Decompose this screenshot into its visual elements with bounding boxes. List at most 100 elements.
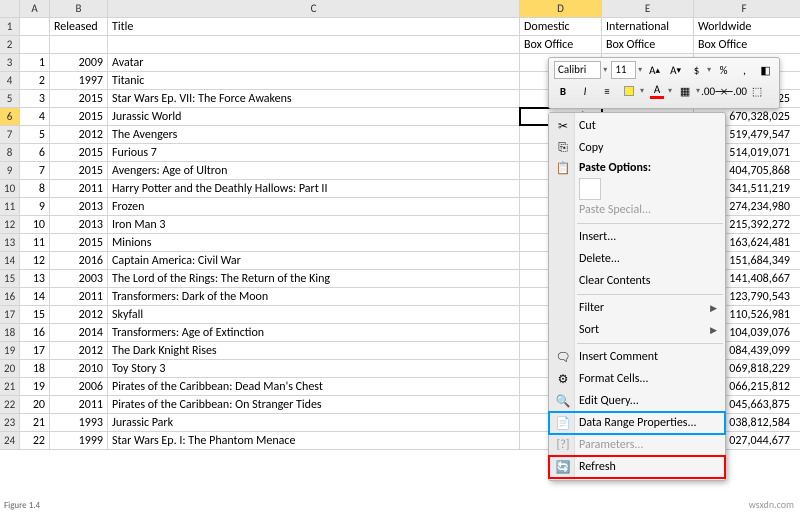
cell[interactable]: Box Office (602, 36, 694, 53)
cell[interactable]: 2012 (50, 306, 108, 323)
cell[interactable] (108, 36, 520, 53)
percent-button[interactable]: % (715, 61, 732, 79)
cell[interactable]: Title (108, 18, 520, 35)
cell[interactable]: Jurassic World (108, 108, 520, 125)
comma-button[interactable]: , (736, 61, 753, 79)
cell[interactable]: 2012 (50, 126, 108, 143)
row-header[interactable]: 13 (0, 234, 20, 251)
cell[interactable]: 2014 (50, 324, 108, 341)
cell[interactable]: 2011 (50, 396, 108, 413)
cell[interactable]: Domestic (520, 18, 602, 35)
cell[interactable]: 8 (20, 180, 50, 197)
row-header[interactable]: 3 (0, 54, 20, 71)
cell[interactable]: Furious 7 (108, 144, 520, 161)
cell[interactable]: 4 (20, 108, 50, 125)
cell[interactable]: 1993 (50, 414, 108, 431)
cell[interactable]: 16 (20, 324, 50, 341)
context-data-range-properties[interactable]: 📄Data Range Properties... (549, 412, 725, 434)
cell[interactable]: Avatar (108, 54, 520, 71)
cell[interactable]: Skyfall (108, 306, 520, 323)
row-header[interactable]: 20 (0, 360, 20, 377)
context-insert[interactable]: Insert... (549, 226, 725, 248)
row-header[interactable]: 18 (0, 324, 20, 341)
cell[interactable]: The Avengers (108, 126, 520, 143)
select-all-corner[interactable] (0, 0, 20, 17)
column-header-D[interactable]: D (520, 0, 602, 17)
cell[interactable]: 2011 (50, 180, 108, 197)
row-header[interactable]: 15 (0, 270, 20, 287)
merge-button[interactable]: ⬚ (748, 82, 766, 100)
grow-font-button[interactable]: A▴ (646, 61, 663, 79)
borders-button[interactable]: ▦ (676, 82, 694, 100)
context-edit-query[interactable]: 🔍Edit Query... (549, 390, 725, 412)
cell[interactable]: 2 (20, 72, 50, 89)
row-header[interactable]: 23 (0, 414, 20, 431)
cell[interactable]: Avengers: Age of Ultron (108, 162, 520, 179)
cell[interactable]: Captain America: Civil War (108, 252, 520, 269)
chevron-down-icon[interactable]: ▾ (603, 65, 607, 75)
cell[interactable]: Box Office (694, 36, 794, 53)
row-header[interactable]: 22 (0, 396, 20, 413)
cell[interactable]: 20 (20, 396, 50, 413)
cell[interactable]: 2015 (50, 90, 108, 107)
paste-button[interactable] (579, 178, 601, 200)
cell[interactable]: 14 (20, 288, 50, 305)
cell[interactable]: 1997 (50, 72, 108, 89)
cell[interactable]: 2012 (50, 342, 108, 359)
column-header-A[interactable]: A (20, 0, 50, 17)
cell[interactable]: 1 (20, 54, 50, 71)
column-header-E[interactable]: E (602, 0, 694, 17)
cell[interactable]: 5 (20, 126, 50, 143)
cell[interactable]: 10 (20, 216, 50, 233)
chevron-down-icon[interactable]: ▾ (668, 86, 672, 96)
context-insert-comment[interactable]: 🗨Insert Comment (549, 346, 725, 368)
cell[interactable]: Minions (108, 234, 520, 251)
format-painter-icon[interactable]: ◧ (757, 61, 774, 79)
context-copy[interactable]: ⎘Copy (549, 137, 725, 159)
cell[interactable]: Jurassic Park (108, 414, 520, 431)
cell[interactable]: Toy Story 3 (108, 360, 520, 377)
font-size-combo[interactable]: 11 (611, 61, 636, 79)
cell[interactable]: Worldwide (694, 18, 794, 35)
cell[interactable]: 17 (20, 342, 50, 359)
context-format-cells[interactable]: ⚙Format Cells... (549, 368, 725, 390)
cell[interactable]: International (602, 18, 694, 35)
column-header-F[interactable]: F (694, 0, 794, 17)
row-header[interactable]: 16 (0, 288, 20, 305)
column-header-B[interactable]: B (50, 0, 108, 17)
row-header[interactable]: 2 (0, 36, 20, 53)
cell[interactable]: 2003 (50, 270, 108, 287)
row-header[interactable]: 9 (0, 162, 20, 179)
context-clear-contents[interactable]: Clear Contents (549, 270, 725, 292)
row-header[interactable]: 21 (0, 378, 20, 395)
cell[interactable]: Pirates of the Caribbean: On Stranger Ti… (108, 396, 520, 413)
row-header[interactable]: 6 (0, 108, 20, 125)
font-color-button[interactable]: A (648, 82, 666, 100)
row-header[interactable]: 14 (0, 252, 20, 269)
cell[interactable]: 2013 (50, 216, 108, 233)
row-header[interactable]: 5 (0, 90, 20, 107)
cell[interactable]: Box Office (520, 36, 602, 53)
italic-button[interactable]: I (576, 82, 594, 100)
cell[interactable] (20, 36, 50, 53)
cell[interactable]: Transformers: Dark of the Moon (108, 288, 520, 305)
row-header[interactable]: 7 (0, 126, 20, 143)
cell[interactable]: 21 (20, 414, 50, 431)
cell[interactable]: 2009 (50, 54, 108, 71)
cell[interactable]: 2011 (50, 288, 108, 305)
chevron-down-icon[interactable]: ▾ (696, 86, 700, 96)
cell[interactable]: 22 (20, 432, 50, 449)
row-header[interactable]: 8 (0, 144, 20, 161)
column-header-C[interactable]: C (108, 0, 520, 17)
cell[interactable]: Titanic (108, 72, 520, 89)
cell[interactable]: The Dark Knight Rises (108, 342, 520, 359)
cell[interactable]: 2015 (50, 144, 108, 161)
currency-button[interactable]: $ (688, 61, 705, 79)
increase-decimal-button[interactable]: .00→ (704, 82, 722, 100)
row-header[interactable]: 24 (0, 432, 20, 449)
cell[interactable]: Harry Potter and the Deathly Hallows: Pa… (108, 180, 520, 197)
shrink-font-button[interactable]: A▾ (667, 61, 684, 79)
cell[interactable]: 2016 (50, 252, 108, 269)
row-header[interactable]: 4 (0, 72, 20, 89)
cell[interactable]: 2013 (50, 198, 108, 215)
